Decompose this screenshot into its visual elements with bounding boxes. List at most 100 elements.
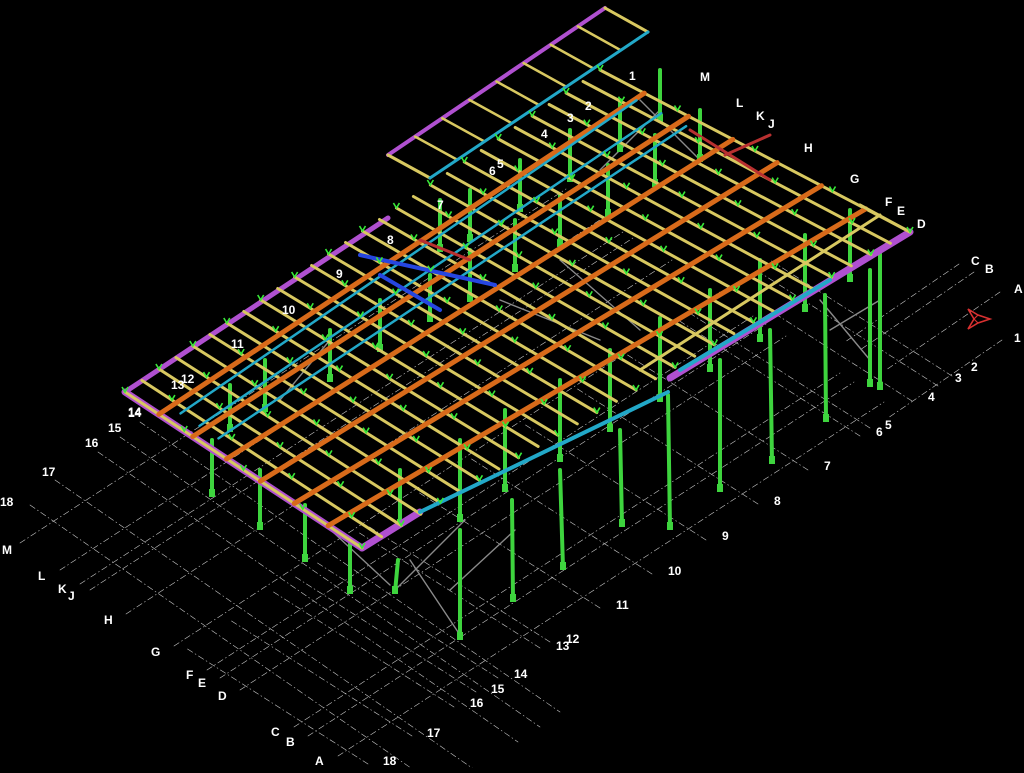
roof-purlin <box>495 80 541 107</box>
connection-mark <box>358 225 367 233</box>
axis-label: C <box>271 725 280 739</box>
grid-line <box>185 647 369 765</box>
column-base <box>877 382 883 390</box>
brace <box>409 559 461 636</box>
roof-label: 14 <box>128 405 142 419</box>
structural-model[interactable]: C B A 1 2 3 4 5 6 7 8 9 10 11 12 13 14 1… <box>0 0 1024 773</box>
model-viewport[interactable]: C B A 1 2 3 4 5 6 7 8 9 10 11 12 13 14 1… <box>0 0 1024 773</box>
grid-line <box>54 479 476 771</box>
grid-line <box>417 491 601 609</box>
connection-mark <box>460 156 468 164</box>
roof-label: L <box>736 96 743 110</box>
column-base <box>560 562 566 570</box>
axis-label: B <box>286 735 295 749</box>
roof-purlin <box>576 25 622 52</box>
roof-label: 10 <box>282 303 296 317</box>
axis-label: K <box>58 582 67 596</box>
column-base <box>619 519 625 527</box>
column-base <box>457 632 463 640</box>
steel-column <box>510 498 515 602</box>
axis-label: 10 <box>668 564 682 578</box>
roof-label: 11 <box>231 337 244 351</box>
roof-label: 7 <box>437 198 444 212</box>
roof-label: H <box>804 141 813 155</box>
column-base <box>347 586 353 594</box>
roof-label: J <box>768 117 775 131</box>
grid-line <box>523 423 707 541</box>
steel-column <box>618 428 624 527</box>
steel-column <box>666 393 672 530</box>
axis-label: 13 <box>556 639 570 653</box>
roof-label: M <box>700 70 710 84</box>
axis-label: 5 <box>885 418 892 432</box>
axis-label: 18 <box>0 495 14 509</box>
grid-line <box>887 339 1003 419</box>
axis-label: A <box>1014 282 1023 296</box>
axis-label: 16 <box>85 436 99 450</box>
axis-label: 15 <box>108 421 122 435</box>
axis-label: B <box>985 262 994 276</box>
column-base <box>502 484 508 492</box>
axis-label: 14 <box>514 667 528 681</box>
roof-label: 1 <box>629 69 636 83</box>
column-base <box>847 274 853 282</box>
grid-line <box>293 372 841 728</box>
axis-label: 7 <box>824 459 831 473</box>
column-base <box>302 554 308 562</box>
axis-label: A <box>315 754 324 768</box>
column-base <box>457 514 463 522</box>
roof-label: 3 <box>567 111 574 125</box>
column-base <box>757 334 763 342</box>
roof-purlin <box>441 117 486 143</box>
grid-line <box>293 575 477 693</box>
column-base <box>510 594 516 602</box>
axis-label: L <box>38 569 45 583</box>
ucs-icon[interactable] <box>967 308 993 330</box>
axis-label: 4 <box>928 390 935 404</box>
axis-label: 6 <box>876 425 883 439</box>
axis-label: 15 <box>491 682 505 696</box>
roof-purlin <box>386 153 432 180</box>
column-base <box>769 456 775 464</box>
roof-label: K <box>756 109 765 123</box>
grid-line <box>755 269 939 387</box>
roof-label: 4 <box>541 127 548 141</box>
axis-label: G <box>151 645 160 659</box>
roof-label: 2 <box>585 99 592 113</box>
roof-beams[interactable] <box>121 6 914 552</box>
axis-label: J <box>68 589 75 603</box>
axis-label: F <box>186 668 193 682</box>
axis-label: M <box>2 543 12 557</box>
steel-column <box>768 328 774 464</box>
roof-label: 6 <box>489 164 496 178</box>
roof-purlin <box>413 135 459 161</box>
grid-line <box>885 291 1001 371</box>
roof-label: 5 <box>497 157 504 171</box>
roof-girder <box>156 90 647 417</box>
axis-label: 18 <box>383 754 397 768</box>
axis-label: E <box>198 676 206 690</box>
column-base <box>512 264 518 272</box>
grid-line <box>769 259 953 377</box>
column-base <box>209 489 215 497</box>
axis-label: 1 <box>1014 331 1021 345</box>
grid-line <box>19 188 567 544</box>
connection-mark <box>392 202 401 210</box>
column-base <box>392 586 398 594</box>
roof-label: 13 <box>171 378 185 392</box>
column-base <box>867 379 873 387</box>
axis-label: H <box>104 613 113 627</box>
brace <box>394 519 466 591</box>
connection-mark <box>494 133 502 141</box>
roof-label: E <box>897 204 905 218</box>
axis-label: 16 <box>470 696 484 710</box>
column-base <box>802 304 808 312</box>
column-base <box>327 374 333 382</box>
axis-label: 9 <box>722 529 729 543</box>
axis-label: 8 <box>774 494 781 508</box>
grid-line <box>315 561 499 679</box>
axis-label: 3 <box>955 371 962 385</box>
grid-line <box>337 401 885 757</box>
roof-label: 8 <box>387 233 394 247</box>
connection-mark <box>528 110 536 118</box>
